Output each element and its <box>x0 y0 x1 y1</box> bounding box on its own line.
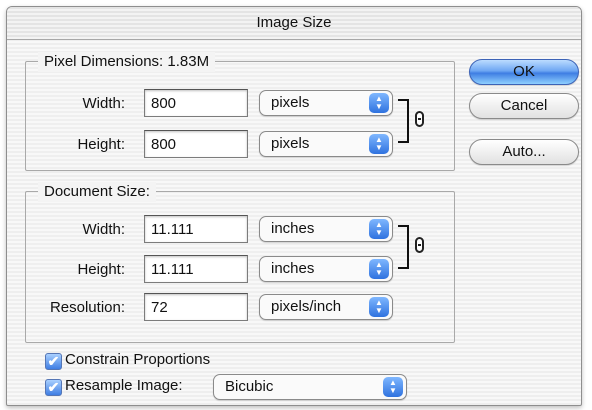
cancel-button[interactable]: Cancel <box>469 93 579 119</box>
window-title: Image Size <box>7 7 581 40</box>
document-height-label: Height: <box>77 261 125 278</box>
ok-button[interactable]: OK <box>469 59 579 85</box>
pixel-constrain-bracket <box>398 99 409 143</box>
resolution-unit-label: pixels/inch <box>271 298 342 315</box>
resample-image-label[interactable]: Resample Image: <box>65 377 183 394</box>
pixel-width-label: Width: <box>82 95 125 112</box>
resample-method-label: Bicubic <box>225 378 274 395</box>
document-width-unit-label: inches <box>271 220 315 237</box>
pixel-height-unit-select[interactable]: pixels ▲ ▼ <box>259 131 393 157</box>
pixel-link-icon <box>415 111 424 127</box>
resample-method-select[interactable]: Bicubic ▲ ▼ <box>213 374 407 400</box>
pixel-dimensions-legend: Pixel Dimensions: 1.83M <box>38 52 216 72</box>
popup-arrows-icon: ▲ ▼ <box>383 377 403 397</box>
resample-image-checkbox[interactable]: ✔ <box>45 379 62 396</box>
pixel-width-unit-label: pixels <box>271 94 310 111</box>
popup-arrows-icon: ▲ ▼ <box>369 219 389 239</box>
document-constrain-bracket <box>398 225 409 269</box>
document-size-legend: Document Size: <box>38 182 156 202</box>
resolution-label: Resolution: <box>49 299 125 316</box>
document-width-unit-select[interactable]: inches ▲ ▼ <box>259 216 393 242</box>
pixel-height-unit-label: pixels <box>271 135 310 152</box>
image-size-dialog: Image Size Pixel Dimensions: 1.83M Width… <box>6 6 582 406</box>
document-height-input[interactable] <box>144 255 248 283</box>
pixel-height-input[interactable] <box>144 130 248 158</box>
popup-arrows-icon: ▲ ▼ <box>369 134 389 154</box>
popup-arrows-icon: ▲ ▼ <box>369 93 389 113</box>
pixel-width-unit-select[interactable]: pixels ▲ ▼ <box>259 90 393 116</box>
popup-arrows-icon: ▲ ▼ <box>369 259 389 279</box>
auto-button[interactable]: Auto... <box>469 139 579 165</box>
popup-arrows-icon: ▲ ▼ <box>369 297 389 317</box>
pixel-width-input[interactable] <box>144 89 248 117</box>
document-width-label: Width: <box>82 221 125 238</box>
pixel-height-label: Height: <box>77 136 125 153</box>
document-width-input[interactable] <box>144 215 248 243</box>
constrain-proportions-label[interactable]: Constrain Proportions <box>65 351 210 368</box>
document-link-icon <box>415 237 424 253</box>
document-height-unit-select[interactable]: inches ▲ ▼ <box>259 256 393 282</box>
constrain-proportions-checkbox[interactable]: ✔ <box>45 353 62 370</box>
resolution-unit-select[interactable]: pixels/inch ▲ ▼ <box>259 294 393 320</box>
document-height-unit-label: inches <box>271 260 315 277</box>
resolution-input[interactable] <box>144 293 248 321</box>
